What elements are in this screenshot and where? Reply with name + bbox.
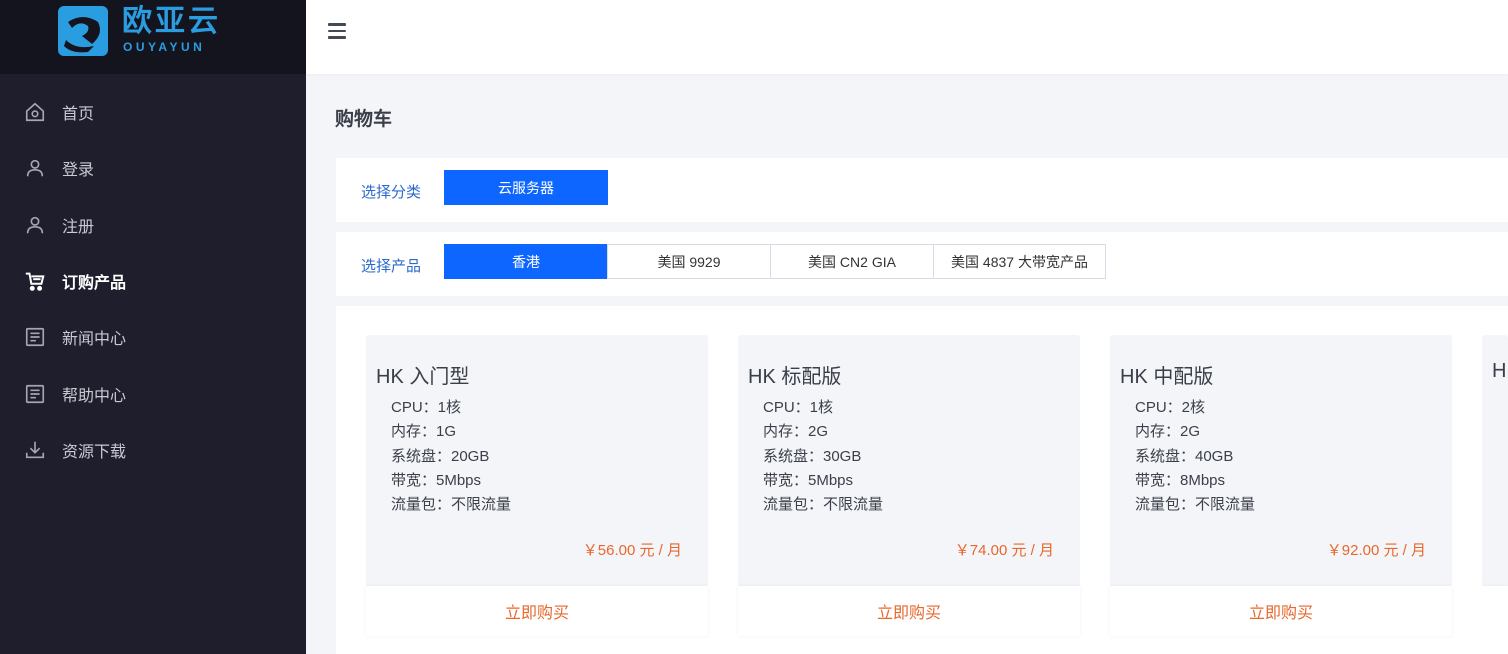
- buy-now-button[interactable]: 立即购买: [366, 586, 708, 636]
- document-icon: [24, 326, 46, 348]
- spec-disk: 系统盘：30GB: [763, 447, 862, 465]
- document-icon: [24, 383, 46, 405]
- top-header: [306, 0, 1508, 74]
- category-label: 选择分类: [361, 184, 422, 201]
- spec-traffic: 流量包：不限流量: [763, 496, 884, 514]
- product-specs: CPU：1核 内存：2G 系统盘：30GB 带宽：5Mbps 流量包：不限流量: [763, 396, 883, 517]
- brand-name: 欧亚云: [122, 5, 221, 38]
- logo-area[interactable]: 欧亚云 OUYAYUN: [0, 0, 306, 74]
- sidebar-item-label: 新闻中心: [62, 331, 127, 349]
- spec-cpu: CPU：2核: [1135, 399, 1206, 416]
- download-icon: [24, 439, 46, 461]
- spec-bandwidth: 带宽：5Mbps: [391, 471, 482, 489]
- brand-subtitle: OUYAYUN: [123, 40, 206, 54]
- sidebar-item-label: 登录: [62, 162, 95, 180]
- buy-now-button[interactable]: 立即购买: [738, 586, 1080, 636]
- sidebar-item-downloads[interactable]: 资源下载: [0, 422, 306, 478]
- user-icon: [24, 214, 46, 236]
- product-option-hongkong[interactable]: 香港: [444, 244, 608, 279]
- spec-cpu: CPU：1核: [763, 399, 834, 416]
- hamburger-menu-icon[interactable]: [328, 19, 352, 43]
- logo-icon: [58, 6, 108, 56]
- product-price: ￥92.00 元 / 月: [1326, 542, 1426, 559]
- sidebar-item-label: 资源下载: [62, 443, 127, 461]
- sidebar-item-label: 订购产品: [62, 275, 127, 293]
- product-specs: CPU：2核 内存：2G 系统盘：40GB 带宽：8Mbps 流量包：不限流量: [1135, 396, 1255, 517]
- spec-memory: 内存：1G: [391, 423, 457, 441]
- product-options: 香港 美国 9929 美国 CN2 GIA 美国 4837 大带宽产品: [444, 244, 1106, 279]
- sidebar-item-label: 帮助中心: [62, 387, 127, 405]
- sidebar-item-help[interactable]: 帮助中心: [0, 365, 306, 421]
- sidebar-item-register[interactable]: 注册: [0, 197, 306, 253]
- spec-bandwidth: 带宽：5Mbps: [763, 471, 854, 489]
- product-option-us-4837[interactable]: 美国 4837 大带宽产品: [933, 244, 1106, 279]
- sidebar-item-home[interactable]: 首页: [0, 84, 306, 140]
- product-card-partial: H: [1482, 335, 1508, 636]
- product-price: ￥74.00 元 / 月: [954, 542, 1054, 559]
- product-title: HK 标配版: [748, 366, 842, 388]
- product-panel: 选择产品 香港 美国 9929 美国 CN2 GIA 美国 4837 大带宽产品: [336, 232, 1508, 296]
- product-label: 选择产品: [361, 258, 422, 275]
- product-specs: CPU：1核 内存：1G 系统盘：20GB 带宽：5Mbps 流量包：不限流量: [391, 396, 511, 517]
- product-option-us-cn2-gia[interactable]: 美国 CN2 GIA: [770, 244, 934, 279]
- sidebar-item-news[interactable]: 新闻中心: [0, 309, 306, 365]
- product-list: HK 入门型 CPU：1核 内存：1G 系统盘：20GB 带宽：5Mbps 流量…: [336, 306, 1508, 654]
- home-icon: [24, 101, 46, 123]
- spec-traffic: 流量包：不限流量: [1135, 496, 1256, 514]
- product-card: HK 标配版 CPU：1核 内存：2G 系统盘：30GB 带宽：5Mbps 流量…: [738, 335, 1080, 636]
- sidebar-item-login[interactable]: 登录: [0, 140, 306, 196]
- spec-disk: 系统盘：20GB: [391, 447, 490, 465]
- sidebar-item-label: 首页: [62, 106, 95, 124]
- product-price: ￥56.00 元 / 月: [582, 542, 682, 559]
- spec-bandwidth: 带宽：8Mbps: [1135, 471, 1226, 489]
- category-options: 云服务器: [444, 170, 608, 205]
- category-panel: 选择分类 云服务器: [336, 158, 1508, 222]
- spec-disk: 系统盘：40GB: [1135, 447, 1234, 465]
- spec-memory: 内存：2G: [1135, 423, 1201, 441]
- spec-traffic: 流量包：不限流量: [391, 496, 512, 514]
- category-option-cloud-server[interactable]: 云服务器: [444, 170, 608, 205]
- cart-icon: [24, 270, 46, 292]
- user-icon: [24, 157, 46, 179]
- product-card: HK 中配版 CPU：2核 内存：2G 系统盘：40GB 带宽：8Mbps 流量…: [1110, 335, 1452, 636]
- sidebar-item-label: 注册: [62, 218, 95, 236]
- product-option-us-9929[interactable]: 美国 9929: [607, 244, 771, 279]
- page-title: 购物车: [335, 109, 393, 130]
- buy-now-button[interactable]: 立即购买: [1110, 586, 1452, 636]
- spec-memory: 内存：2G: [763, 423, 829, 441]
- sidebar-nav: 首页 登录 注册 订购产品 新闻中心 帮助中心 资源下载: [0, 74, 306, 478]
- sidebar: 欧亚云 OUYAYUN 首页 登录 注册 订购产品 新闻中心 帮助中心 资源下载: [0, 0, 306, 654]
- product-title: HK 入门型: [376, 366, 470, 388]
- buy-now-button[interactable]: [1482, 586, 1508, 636]
- product-title: HK 中配版: [1120, 366, 1214, 388]
- product-title: H: [1492, 360, 1507, 382]
- product-card: HK 入门型 CPU：1核 内存：1G 系统盘：20GB 带宽：5Mbps 流量…: [366, 335, 708, 636]
- sidebar-item-order-products[interactable]: 订购产品: [0, 253, 306, 309]
- spec-cpu: CPU：1核: [391, 399, 462, 416]
